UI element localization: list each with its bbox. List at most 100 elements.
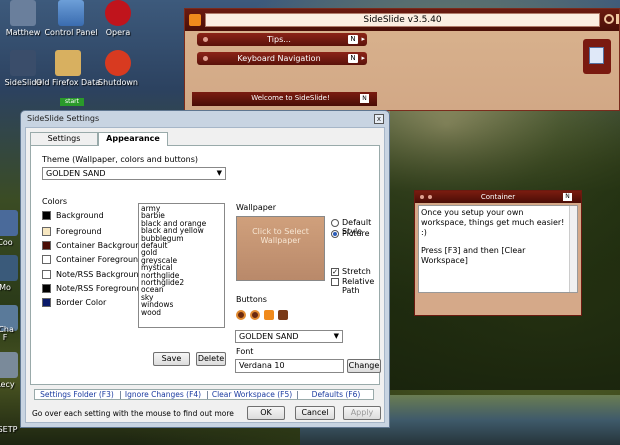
buttons-select[interactable]: GOLDEN SAND ▼: [235, 330, 343, 343]
theme-select-value: GOLDEN SAND: [46, 169, 106, 178]
tips-label: Tips...: [267, 35, 291, 44]
document-icon: [589, 47, 604, 64]
settings-dialog: SideSlide Settings x Settings Appearance…: [20, 110, 390, 428]
container-window: Container N Once you setup your own work…: [414, 190, 582, 316]
desktop-icon-label: Recy: [0, 380, 15, 389]
color-label-note-rss-foreground: Note/RSS Foreground: [56, 284, 142, 293]
buttons-select-value: GOLDEN SAND: [239, 332, 299, 341]
note-badge: N: [563, 193, 572, 201]
sideslide-title: SideSlide v3.5.40: [205, 13, 600, 27]
note-badge: N: [348, 35, 358, 44]
settings-button-preview-icon: [236, 310, 246, 320]
close-button[interactable]: x: [374, 114, 384, 124]
font-label: Font: [236, 347, 254, 356]
app-icon: [0, 255, 18, 281]
desktop-icon-label: ESETP: [0, 425, 18, 434]
separator: [120, 391, 121, 399]
desktop-icon-label: Coo: [0, 238, 13, 247]
settings-icon[interactable]: [604, 14, 614, 24]
ok-button[interactable]: OK: [247, 406, 285, 420]
list-item[interactable]: ocean: [141, 286, 222, 294]
welcome-title: Welcome to SideSlide!: [251, 94, 330, 102]
color-swatch-foreground[interactable]: [42, 227, 51, 236]
container-note[interactable]: Once you setup your own workspace, thing…: [418, 205, 578, 293]
color-swatch-container-foreground[interactable]: [42, 255, 51, 264]
tab-appearance[interactable]: Appearance: [98, 132, 168, 146]
stretch-checkbox[interactable]: ✓: [331, 268, 339, 276]
clear-workspace-link[interactable]: Clear Workspace (F5): [210, 390, 294, 400]
keyboard-navigation-button[interactable]: Keyboard Navigation N ▸: [197, 52, 367, 65]
wallpaper-hint: Click to Select Wallpaper: [252, 227, 309, 245]
ignore-changes-link[interactable]: Ignore Changes (F4): [123, 390, 203, 400]
shutdown-icon: [105, 50, 131, 76]
chevron-right-icon: ▸: [361, 54, 365, 62]
welcome-window-titlebar[interactable]: Welcome to SideSlide! N: [192, 92, 377, 106]
desktop-icon-opera[interactable]: Opera: [83, 0, 153, 37]
separator: [207, 391, 208, 399]
color-swatch-note-rss-background[interactable]: [42, 270, 51, 279]
color-label-background: Background: [56, 211, 104, 220]
default-style-radio[interactable]: [331, 219, 339, 227]
bullet-icon: [203, 37, 208, 42]
separator: [297, 391, 298, 399]
desktop-icon-label: Shutdown: [98, 78, 138, 87]
settings-folder-link[interactable]: Settings Folder (F3): [37, 390, 117, 400]
dialog-titlebar[interactable]: SideSlide Settings x: [21, 111, 389, 127]
app-icon: [0, 210, 18, 236]
document-shortcut[interactable]: [583, 39, 611, 74]
chevron-down-icon: ▼: [333, 332, 339, 340]
color-swatch-note-rss-foreground[interactable]: [42, 284, 51, 293]
picture-radio[interactable]: [331, 230, 339, 238]
wallpaper-preview[interactable]: Click to Select Wallpaper: [236, 216, 325, 281]
bullet-icon: [428, 195, 432, 199]
color-swatch-background[interactable]: [42, 211, 51, 220]
user-folder-icon: [10, 0, 36, 26]
color-label-border: Border Color: [56, 298, 107, 307]
dialog-title: SideSlide Settings: [27, 114, 100, 123]
desktop-icon-label: F: [2, 333, 8, 342]
color-swatch-border[interactable]: [42, 298, 51, 307]
relative-path-checkbox[interactable]: [331, 278, 339, 286]
defaults-link[interactable]: Defaults (F6): [300, 390, 372, 400]
theme-label: Theme (Wallpaper, colors and buttons): [42, 155, 199, 164]
delete-button[interactable]: Delete: [196, 352, 226, 366]
cancel-button[interactable]: Cancel: [295, 406, 335, 420]
apply-button[interactable]: Apply: [343, 406, 381, 420]
color-swatch-container-background[interactable]: [42, 241, 51, 250]
menu-icon[interactable]: [616, 14, 619, 24]
font-field[interactable]: Verdana 10: [235, 359, 344, 373]
save-button[interactable]: Save: [153, 352, 190, 366]
container-title: Container: [480, 193, 516, 201]
colors-label: Colors: [42, 197, 68, 206]
desktop-icon-shutdown[interactable]: Shutdown: [83, 50, 153, 87]
container-titlebar[interactable]: Container N: [415, 191, 581, 203]
bullet-icon: [420, 195, 424, 199]
status-text: Go over each setting with the mouse to f…: [32, 409, 234, 418]
appearance-panel: Theme (Wallpaper, colors and buttons) GO…: [30, 145, 381, 385]
change-font-button[interactable]: Change: [347, 359, 381, 373]
tab-settings[interactable]: Settings: [30, 132, 98, 145]
rss-button-preview-icon: [264, 310, 274, 320]
start-label: start: [60, 98, 84, 106]
color-label-container-background: Container Background: [56, 241, 146, 250]
control-panel-icon: [58, 0, 84, 26]
rss-icon[interactable]: [189, 14, 201, 26]
hourglass-button-preview-icon: [278, 310, 288, 320]
sideslide-titlebar: SideSlide v3.5.40: [185, 9, 619, 31]
refresh-button-preview-icon: [250, 310, 260, 320]
keyboard-navigation-label: Keyboard Navigation: [237, 54, 321, 63]
desktop-icon-label: Opera: [105, 28, 131, 37]
recycle-bin-icon: [0, 352, 18, 378]
note-scrollbar[interactable]: [569, 206, 577, 292]
note-line: Press [F3] and then [Clear Workspace]: [421, 246, 526, 265]
note-line: Once you setup your own workspace, thing…: [421, 208, 565, 237]
chevron-down-icon: ▼: [216, 169, 222, 177]
opera-icon: [105, 0, 131, 26]
wallpaper-label: Wallpaper: [236, 203, 277, 212]
tips-button[interactable]: Tips... N ▸: [197, 33, 367, 46]
color-label-note-rss-background: Note/RSS Background: [56, 270, 144, 279]
list-item[interactable]: wood: [141, 308, 222, 316]
color-label-foreground: Foreground: [56, 227, 102, 236]
theme-select[interactable]: GOLDEN SAND ▼: [42, 167, 226, 180]
theme-list[interactable]: army barbie black and orange black and y…: [138, 203, 225, 328]
